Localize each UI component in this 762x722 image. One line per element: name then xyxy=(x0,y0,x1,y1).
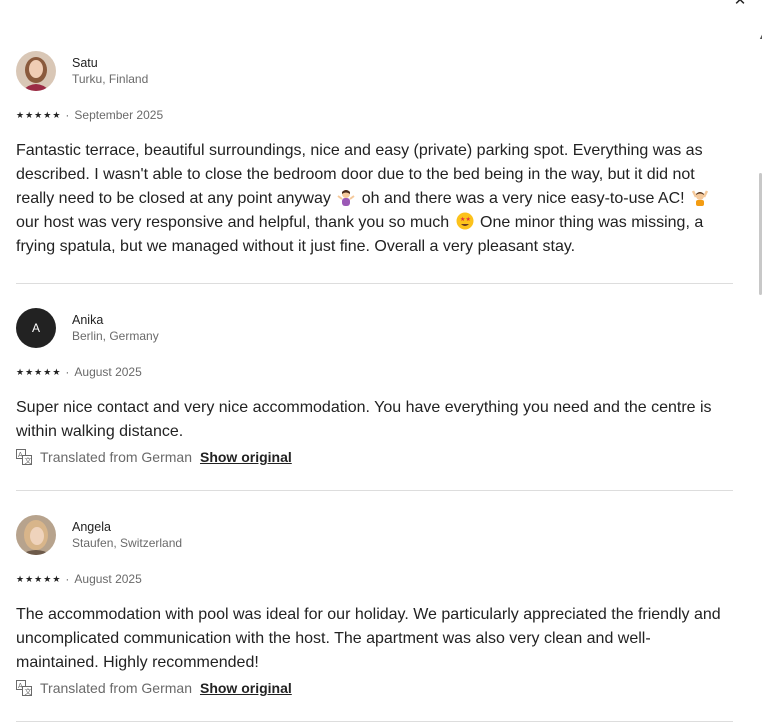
meta-separator: · xyxy=(65,572,70,586)
scrollbar[interactable] xyxy=(756,30,762,722)
review-divider xyxy=(16,490,733,491)
avatar[interactable]: A xyxy=(16,308,56,348)
review-item: Angela Staufen, Switzerland ★ ★ ★ ★ ★ · Augu… xyxy=(16,515,733,699)
translate-icon: A文 xyxy=(16,680,32,696)
scroll-up-arrow-icon[interactable]: ▲ xyxy=(758,32,762,41)
review-item: Satu Turku, Finland ★ ★ ★ ★ ★ · September 20… xyxy=(16,51,733,259)
show-original-link[interactable]: Show original xyxy=(200,680,292,696)
translation-note: A文 Translated from German Show original xyxy=(16,677,733,699)
review-item: A Anika Berlin, Germany ★ ★ ★ ★ ★ · August 2… xyxy=(16,308,733,468)
star-rating: ★ ★ ★ ★ ★ xyxy=(16,366,61,377)
review-meta: ★ ★ ★ ★ ★ · August 2025 xyxy=(16,364,733,380)
star-icon: ★ xyxy=(16,366,25,377)
review-text: Super nice contact and very nice accommo… xyxy=(16,399,712,440)
translation-note: A文 Translated from German Show original xyxy=(16,446,733,468)
person-shrugging-emoji-icon xyxy=(337,188,355,206)
star-icon: ★ xyxy=(25,109,34,120)
reviewer-header: Satu Turku, Finland xyxy=(16,51,733,91)
reviewer-location: Staufen, Switzerland xyxy=(72,536,183,550)
review-divider xyxy=(16,283,733,284)
star-icon: ★ xyxy=(34,366,43,377)
review-text: The accommodation with pool was ideal fo… xyxy=(16,606,721,671)
review-date: September 2025 xyxy=(74,108,164,122)
meta-separator: · xyxy=(65,108,70,122)
reviewer-name: Angela xyxy=(72,520,111,534)
svg-text:文: 文 xyxy=(25,456,32,465)
avatar[interactable] xyxy=(16,51,56,91)
close-icon[interactable]: ✕ xyxy=(732,0,748,9)
reviewer-name: Satu xyxy=(72,56,98,70)
star-icon: ★ xyxy=(52,109,61,120)
star-icon: ★ xyxy=(52,573,61,584)
star-icon: ★ xyxy=(43,109,52,120)
star-struck-emoji-icon: ★ ★ xyxy=(456,212,474,230)
star-icon: ★ xyxy=(25,573,34,584)
star-icon: ★ xyxy=(16,573,25,584)
review-meta: ★ ★ ★ ★ ★ · September 2025 xyxy=(16,107,733,123)
star-icon: ★ xyxy=(25,366,34,377)
review-text-part: oh and there was a very nice easy-to-use… xyxy=(357,190,690,207)
star-icon: ★ xyxy=(34,573,43,584)
review-meta: ★ ★ ★ ★ ★ · August 2025 xyxy=(16,571,733,587)
review-text-part: our host was very responsive and helpful… xyxy=(16,214,454,231)
star-rating: ★ ★ ★ ★ ★ xyxy=(16,109,61,120)
translated-label: Translated from German xyxy=(40,449,192,465)
reviewer-header: Angela Staufen, Switzerland xyxy=(16,515,733,555)
star-icon: ★ xyxy=(52,366,61,377)
show-original-link[interactable]: Show original xyxy=(200,449,292,465)
star-icon: ★ xyxy=(43,366,52,377)
reviewer-location: Turku, Finland xyxy=(72,72,149,86)
avatar[interactable] xyxy=(16,515,56,555)
review-text: Fantastic terrace, beautiful surrounding… xyxy=(16,139,733,259)
reviewer-header: A Anika Berlin, Germany xyxy=(16,308,733,348)
reviewer-location: Berlin, Germany xyxy=(72,329,159,343)
star-rating: ★ ★ ★ ★ ★ xyxy=(16,573,61,584)
star-icon: ★ xyxy=(16,109,25,120)
star-icon: ★ xyxy=(34,109,43,120)
meta-separator: · xyxy=(65,365,70,379)
raising-hands-emoji-icon xyxy=(691,188,709,206)
svg-text:文: 文 xyxy=(25,687,32,696)
review-date: August 2025 xyxy=(74,572,142,586)
translated-label: Translated from German xyxy=(40,680,192,696)
reviewer-name: Anika xyxy=(72,313,104,327)
svg-text:★: ★ xyxy=(465,216,470,223)
star-icon: ★ xyxy=(43,573,52,584)
translate-icon: A文 xyxy=(16,449,32,465)
review-date: August 2025 xyxy=(74,365,142,379)
